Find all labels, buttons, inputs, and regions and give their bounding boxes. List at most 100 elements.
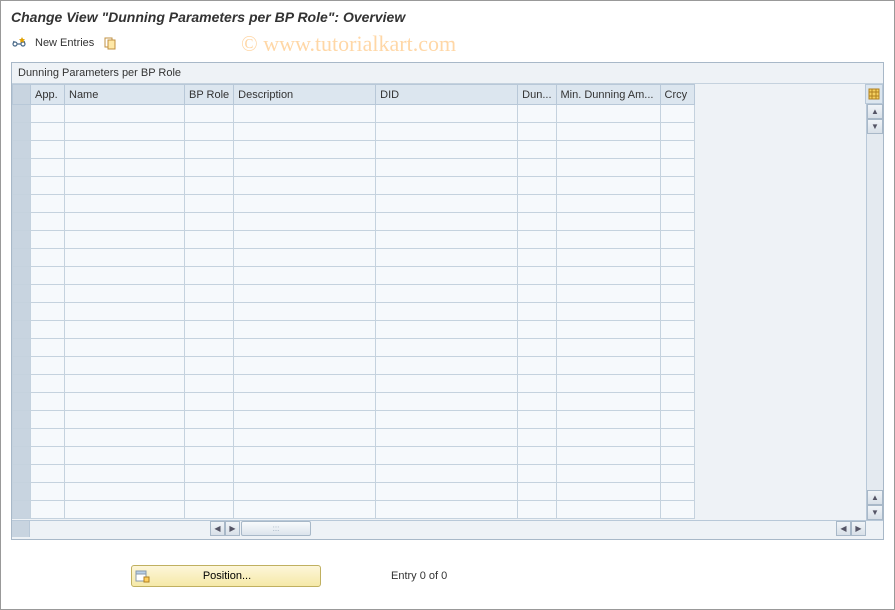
cell[interactable] [556, 357, 660, 375]
row-selector[interactable] [13, 429, 31, 447]
cell[interactable] [185, 465, 234, 483]
cell[interactable] [65, 285, 185, 303]
cell[interactable] [376, 195, 518, 213]
cell[interactable] [660, 339, 694, 357]
row-selector[interactable] [13, 321, 31, 339]
cell[interactable] [556, 105, 660, 123]
cell[interactable] [185, 177, 234, 195]
hscroll-thumb[interactable]: ::: [241, 521, 311, 536]
cell[interactable] [518, 213, 556, 231]
cell[interactable] [65, 123, 185, 141]
cell[interactable] [518, 267, 556, 285]
cell[interactable] [376, 429, 518, 447]
cell[interactable] [185, 339, 234, 357]
cell[interactable] [185, 213, 234, 231]
cell[interactable] [556, 123, 660, 141]
cell[interactable] [31, 285, 65, 303]
cell[interactable] [31, 465, 65, 483]
cell[interactable] [518, 231, 556, 249]
cell[interactable] [518, 321, 556, 339]
cell[interactable] [660, 303, 694, 321]
cell[interactable] [65, 231, 185, 249]
cell[interactable] [376, 177, 518, 195]
cell[interactable] [660, 159, 694, 177]
cell[interactable] [376, 483, 518, 501]
cell[interactable] [660, 267, 694, 285]
cell[interactable] [660, 231, 694, 249]
cell[interactable] [65, 501, 185, 519]
cell[interactable] [31, 123, 65, 141]
cell[interactable] [185, 483, 234, 501]
row-selector[interactable] [13, 465, 31, 483]
cell[interactable] [556, 159, 660, 177]
row-selector[interactable] [13, 303, 31, 321]
column-header[interactable]: Description [234, 85, 376, 105]
row-selector[interactable] [13, 357, 31, 375]
cell[interactable] [234, 339, 376, 357]
cell[interactable] [556, 339, 660, 357]
cell[interactable] [31, 303, 65, 321]
cell[interactable] [376, 339, 518, 357]
cell[interactable] [65, 249, 185, 267]
cell[interactable] [65, 465, 185, 483]
cell[interactable] [185, 411, 234, 429]
row-selector[interactable] [13, 411, 31, 429]
cell[interactable] [31, 411, 65, 429]
cell[interactable] [376, 267, 518, 285]
column-header[interactable]: DID [376, 85, 518, 105]
cell[interactable] [556, 375, 660, 393]
cell[interactable] [556, 177, 660, 195]
hscroll-right-button[interactable]: ▶ [225, 521, 240, 536]
column-header[interactable]: App. [31, 85, 65, 105]
cell[interactable] [234, 357, 376, 375]
cell[interactable] [31, 105, 65, 123]
cell[interactable] [556, 411, 660, 429]
cell[interactable] [185, 195, 234, 213]
cell[interactable] [556, 141, 660, 159]
cell[interactable] [376, 249, 518, 267]
cell[interactable] [234, 213, 376, 231]
cell[interactable] [234, 303, 376, 321]
cell[interactable] [376, 465, 518, 483]
scroll-track[interactable] [867, 134, 883, 490]
cell[interactable] [65, 429, 185, 447]
cell[interactable] [660, 429, 694, 447]
row-selector[interactable] [13, 393, 31, 411]
cell[interactable] [185, 375, 234, 393]
row-selector[interactable] [13, 285, 31, 303]
cell[interactable] [31, 375, 65, 393]
cell[interactable] [185, 321, 234, 339]
cell[interactable] [234, 267, 376, 285]
row-selector[interactable] [13, 339, 31, 357]
cell[interactable] [31, 321, 65, 339]
cell[interactable] [65, 411, 185, 429]
cell[interactable] [31, 213, 65, 231]
cell[interactable] [234, 231, 376, 249]
cell[interactable] [518, 501, 556, 519]
cell[interactable] [518, 429, 556, 447]
cell[interactable] [185, 141, 234, 159]
row-selector[interactable] [13, 105, 31, 123]
cell[interactable] [518, 285, 556, 303]
cell[interactable] [660, 249, 694, 267]
cell[interactable] [518, 141, 556, 159]
cell[interactable] [376, 393, 518, 411]
cell[interactable] [556, 249, 660, 267]
cell[interactable] [556, 447, 660, 465]
cell[interactable] [556, 393, 660, 411]
cell[interactable] [518, 411, 556, 429]
cell[interactable] [234, 321, 376, 339]
cell[interactable] [660, 213, 694, 231]
cell[interactable] [31, 195, 65, 213]
copy-icon[interactable] [102, 35, 118, 51]
cell[interactable] [518, 375, 556, 393]
row-selector[interactable] [13, 483, 31, 501]
cell[interactable] [185, 285, 234, 303]
cell[interactable] [65, 105, 185, 123]
cell[interactable] [65, 357, 185, 375]
cell[interactable] [556, 195, 660, 213]
cell[interactable] [376, 141, 518, 159]
cell[interactable] [518, 159, 556, 177]
table-settings-icon[interactable] [865, 84, 883, 104]
cell[interactable] [185, 429, 234, 447]
